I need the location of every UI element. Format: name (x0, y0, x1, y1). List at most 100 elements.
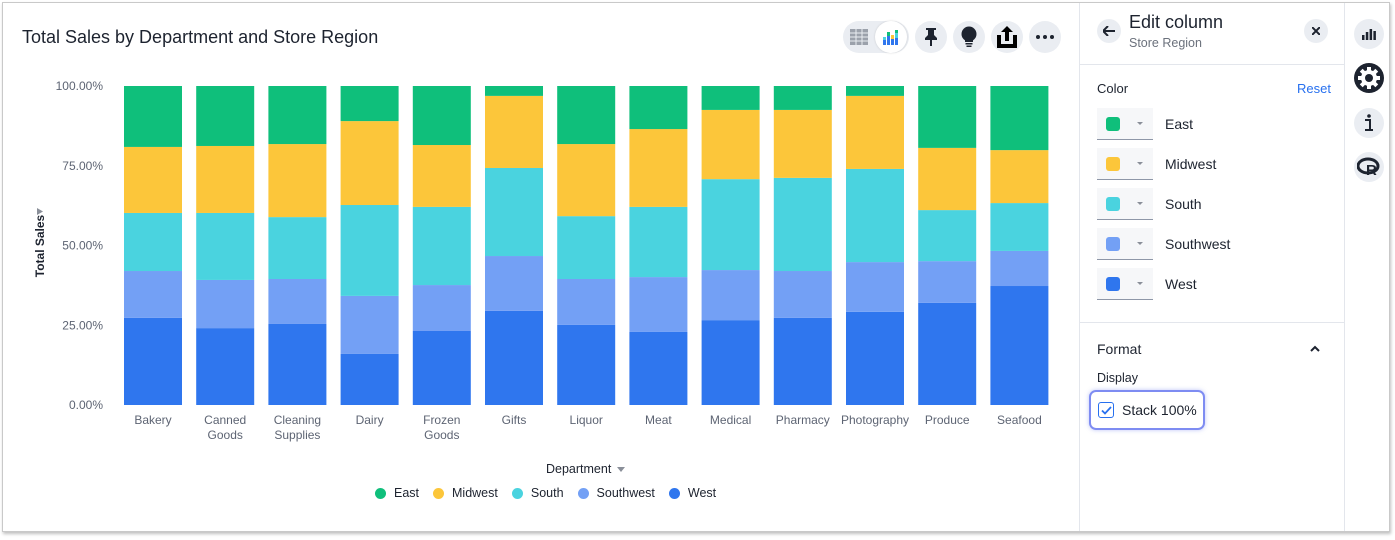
bar-segment[interactable] (701, 109, 760, 180)
x-axis-label[interactable]: Department (546, 462, 626, 476)
color-picker-button[interactable] (1097, 148, 1153, 180)
color-picker-button[interactable] (1097, 188, 1153, 220)
bar-segment[interactable] (918, 261, 977, 303)
right-rail: R (1344, 3, 1391, 531)
bar-segment[interactable] (557, 86, 616, 145)
y-axis-title[interactable]: Total Sales (33, 214, 47, 277)
bar-segment[interactable] (124, 271, 182, 318)
bar-segment[interactable] (485, 167, 543, 257)
bar-segment[interactable] (629, 331, 688, 405)
bar-segment[interactable] (124, 86, 182, 147)
bar-segment[interactable] (990, 250, 1049, 287)
bar-segment[interactable] (196, 86, 255, 146)
legend-item[interactable]: Midwest (433, 486, 498, 500)
bar-segment[interactable] (124, 146, 182, 213)
bar-segment[interactable] (340, 86, 399, 122)
bar-segment[interactable] (846, 86, 904, 96)
bar-segment[interactable] (124, 212, 182, 272)
bar-segment[interactable] (773, 109, 832, 178)
legend-label: West (687, 486, 717, 500)
chart-config-button[interactable] (1354, 19, 1384, 49)
format-section-toggle[interactable]: Format (1097, 341, 1141, 357)
chart-legend: East Midwest South Southwest West (375, 486, 716, 500)
close-button[interactable] (1304, 19, 1328, 43)
bar-segment[interactable] (701, 179, 760, 271)
reset-link[interactable]: Reset (1297, 81, 1331, 96)
color-row: Midwest (1097, 146, 1216, 182)
bar-segment[interactable] (918, 147, 977, 211)
bar-segment[interactable] (557, 278, 616, 325)
info-button[interactable] (1354, 108, 1384, 138)
bar-segment[interactable] (485, 86, 543, 96)
bar-segment[interactable] (846, 262, 904, 312)
bar-segment[interactable] (485, 95, 543, 168)
bar-segment[interactable] (557, 324, 616, 405)
legend-dot-icon (577, 487, 589, 499)
bar-segment[interactable] (773, 177, 832, 272)
bar-segment[interactable] (773, 271, 832, 318)
bar-segment[interactable] (990, 286, 1049, 405)
settings-button[interactable] (1354, 63, 1384, 93)
y-tick-label: 0.00% (69, 398, 103, 412)
bar-segment[interactable] (412, 86, 471, 146)
bar-segment[interactable] (918, 210, 977, 262)
bar-segment[interactable] (412, 206, 471, 286)
bar-segment[interactable] (485, 256, 543, 311)
legend-item[interactable]: South (511, 486, 564, 500)
bar-segment[interactable] (629, 86, 688, 130)
bar-segment[interactable] (485, 310, 543, 405)
bar-segment[interactable] (340, 353, 399, 405)
bar-segment[interactable] (340, 295, 399, 354)
bar-segment[interactable] (268, 86, 327, 145)
bar-segment[interactable] (629, 206, 688, 278)
bar-segment[interactable] (340, 204, 399, 296)
bar-segment[interactable] (412, 285, 471, 331)
bar-segment[interactable] (701, 86, 760, 110)
color-picker-button[interactable] (1097, 228, 1153, 260)
bar-segment[interactable] (990, 203, 1049, 251)
y-tick-label: 25.00% (62, 318, 103, 332)
legend-item[interactable]: Southwest (577, 486, 655, 500)
caret-down-icon[interactable] (37, 208, 43, 215)
bar-segment[interactable] (846, 168, 904, 263)
bar-segment[interactable] (846, 311, 904, 405)
bar-segment[interactable] (701, 270, 760, 321)
stack-100-option[interactable]: Stack 100% (1089, 390, 1205, 430)
bar-segment[interactable] (412, 330, 471, 405)
bar-segment[interactable] (990, 150, 1049, 204)
bar-segment[interactable] (557, 216, 616, 279)
bar-segment[interactable] (268, 217, 327, 279)
bar-segment[interactable] (990, 86, 1049, 151)
bar-segment[interactable] (268, 323, 327, 405)
color-picker-button[interactable] (1097, 268, 1153, 300)
bar-segment[interactable] (412, 145, 471, 207)
bar-segment[interactable] (557, 144, 616, 217)
bar-segment[interactable] (268, 278, 327, 324)
stack-100-checkbox[interactable] (1098, 402, 1114, 418)
legend-label: Southwest (596, 486, 655, 500)
bar-segment[interactable] (918, 86, 977, 148)
bar-segment[interactable] (196, 145, 255, 213)
bar-segment[interactable] (196, 328, 255, 405)
legend-item[interactable]: West (668, 486, 717, 500)
r-analysis-button[interactable]: R (1354, 152, 1384, 182)
color-picker-button[interactable] (1097, 108, 1153, 140)
bar-segment[interactable] (701, 320, 760, 405)
bar-segment[interactable] (196, 212, 255, 280)
bar-segment[interactable] (773, 86, 832, 110)
color-row: Southwest (1097, 226, 1230, 262)
bar-segment[interactable] (918, 302, 977, 405)
bar-segment[interactable] (340, 121, 399, 205)
bar-segment[interactable] (124, 317, 182, 405)
back-button[interactable] (1097, 19, 1121, 43)
chevron-up-icon[interactable] (1310, 345, 1320, 352)
bar-segment[interactable] (268, 144, 327, 218)
legend-item[interactable]: East (375, 486, 419, 500)
bar-segment[interactable] (773, 317, 832, 405)
bar-segment[interactable] (629, 277, 688, 332)
bar-segment[interactable] (846, 95, 904, 169)
caret-down-icon (1137, 122, 1143, 125)
x-tick-label: Frozen (423, 413, 460, 427)
bar-segment[interactable] (196, 279, 255, 329)
bar-segment[interactable] (629, 129, 688, 207)
